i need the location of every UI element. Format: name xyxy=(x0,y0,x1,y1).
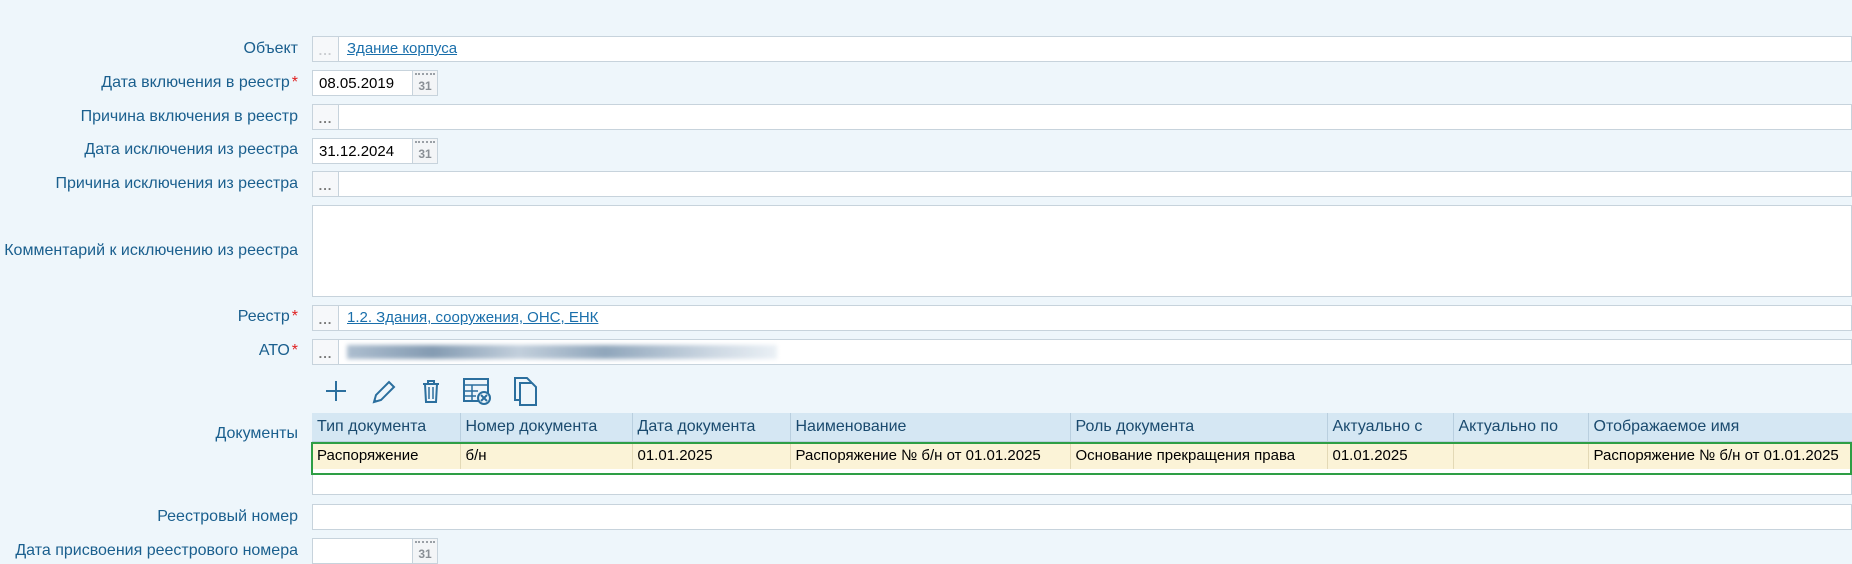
registry-link[interactable]: 1.2. Здания, сооружения, ОНС, ЕНК xyxy=(347,309,598,326)
object-field[interactable]: ... Здание корпуса xyxy=(312,36,1852,62)
column-header[interactable]: Тип документа xyxy=(312,413,461,442)
table-cell: Основание прекращения права xyxy=(1070,441,1328,469)
copy-icon[interactable] xyxy=(508,374,542,408)
calendar-icon[interactable]: 31 xyxy=(412,538,438,564)
documents-label: Документы xyxy=(215,425,298,442)
exclude-reason-select-button[interactable]: ... xyxy=(313,172,339,196)
documents-table: Тип документа Номер документа Дата докум… xyxy=(312,413,1852,469)
exclude-date-label: Дата исключения из реестра xyxy=(84,141,298,158)
table-cell xyxy=(1453,441,1589,469)
table-header-row: Тип документа Номер документа Дата докум… xyxy=(312,413,1852,442)
table-cell: 01.01.2025 xyxy=(1327,441,1454,469)
plus-icon[interactable] xyxy=(319,374,353,408)
registry-number-date-label: Дата присвоения реестрового номера xyxy=(15,542,298,559)
object-link[interactable]: Здание корпуса xyxy=(347,40,457,57)
include-reason-select-button[interactable]: ... xyxy=(313,105,339,129)
include-reason-field[interactable]: ... xyxy=(312,104,1852,130)
calendar-icon[interactable]: 31 xyxy=(412,138,438,164)
ato-select-button[interactable]: ... xyxy=(313,340,339,364)
registry-field[interactable]: ... 1.2. Здания, сооружения, ОНС, ЕНК xyxy=(312,305,1852,331)
registry-label: Реестр * xyxy=(237,308,298,325)
exclude-reason-field[interactable]: ... xyxy=(312,171,1852,197)
column-header[interactable]: Наименование xyxy=(790,413,1071,442)
table-cell: Распоряжение xyxy=(312,441,461,469)
table-row[interactable]: Распоряжение б/н 01.01.2025 Распоряжение… xyxy=(312,441,1852,469)
column-header[interactable]: Дата документа xyxy=(632,413,791,442)
pencil-icon[interactable] xyxy=(365,374,399,408)
object-select-button[interactable]: ... xyxy=(313,37,339,61)
table-cell: Распоряжение № б/н от 01.01.2025 xyxy=(1588,441,1852,469)
ato-label: АТО * xyxy=(258,342,298,359)
table-cell: б/н xyxy=(460,441,633,469)
calendar-icon[interactable]: 31 xyxy=(412,70,438,96)
object-label: Объект xyxy=(243,40,298,57)
column-header[interactable]: Актуально с xyxy=(1327,413,1454,442)
include-date-label: Дата включения в реестр * xyxy=(101,74,298,91)
include-reason-label: Причина включения в реестр xyxy=(80,108,298,125)
column-header[interactable]: Номер документа xyxy=(460,413,633,442)
column-header[interactable]: Роль документа xyxy=(1070,413,1328,442)
exclude-comment-label: Комментарий к исключению из реестра xyxy=(4,242,298,259)
table-cell: Распоряжение № б/н от 01.01.2025 xyxy=(790,441,1071,469)
table-remove-icon[interactable] xyxy=(460,374,494,408)
exclude-comment-textarea[interactable] xyxy=(312,205,1852,297)
exclude-reason-label: Причина исключения из реестра xyxy=(55,175,298,192)
registry-number-input[interactable] xyxy=(312,504,1852,530)
registry-number-date-input[interactable] xyxy=(312,538,413,564)
column-header[interactable]: Актуально по xyxy=(1453,413,1589,442)
exclude-date-input[interactable]: 31.12.2024 xyxy=(312,138,413,164)
table-cell: 01.01.2025 xyxy=(632,441,791,469)
column-header[interactable]: Отображаемое имя xyxy=(1588,413,1852,442)
trash-icon[interactable] xyxy=(414,374,448,408)
registry-select-button[interactable]: ... xyxy=(313,306,339,330)
ato-redacted-value xyxy=(347,345,777,359)
registry-number-label: Реестровый номер xyxy=(157,508,298,525)
include-date-input[interactable]: 08.05.2019 xyxy=(312,70,413,96)
ato-field[interactable]: ... xyxy=(312,339,1852,365)
